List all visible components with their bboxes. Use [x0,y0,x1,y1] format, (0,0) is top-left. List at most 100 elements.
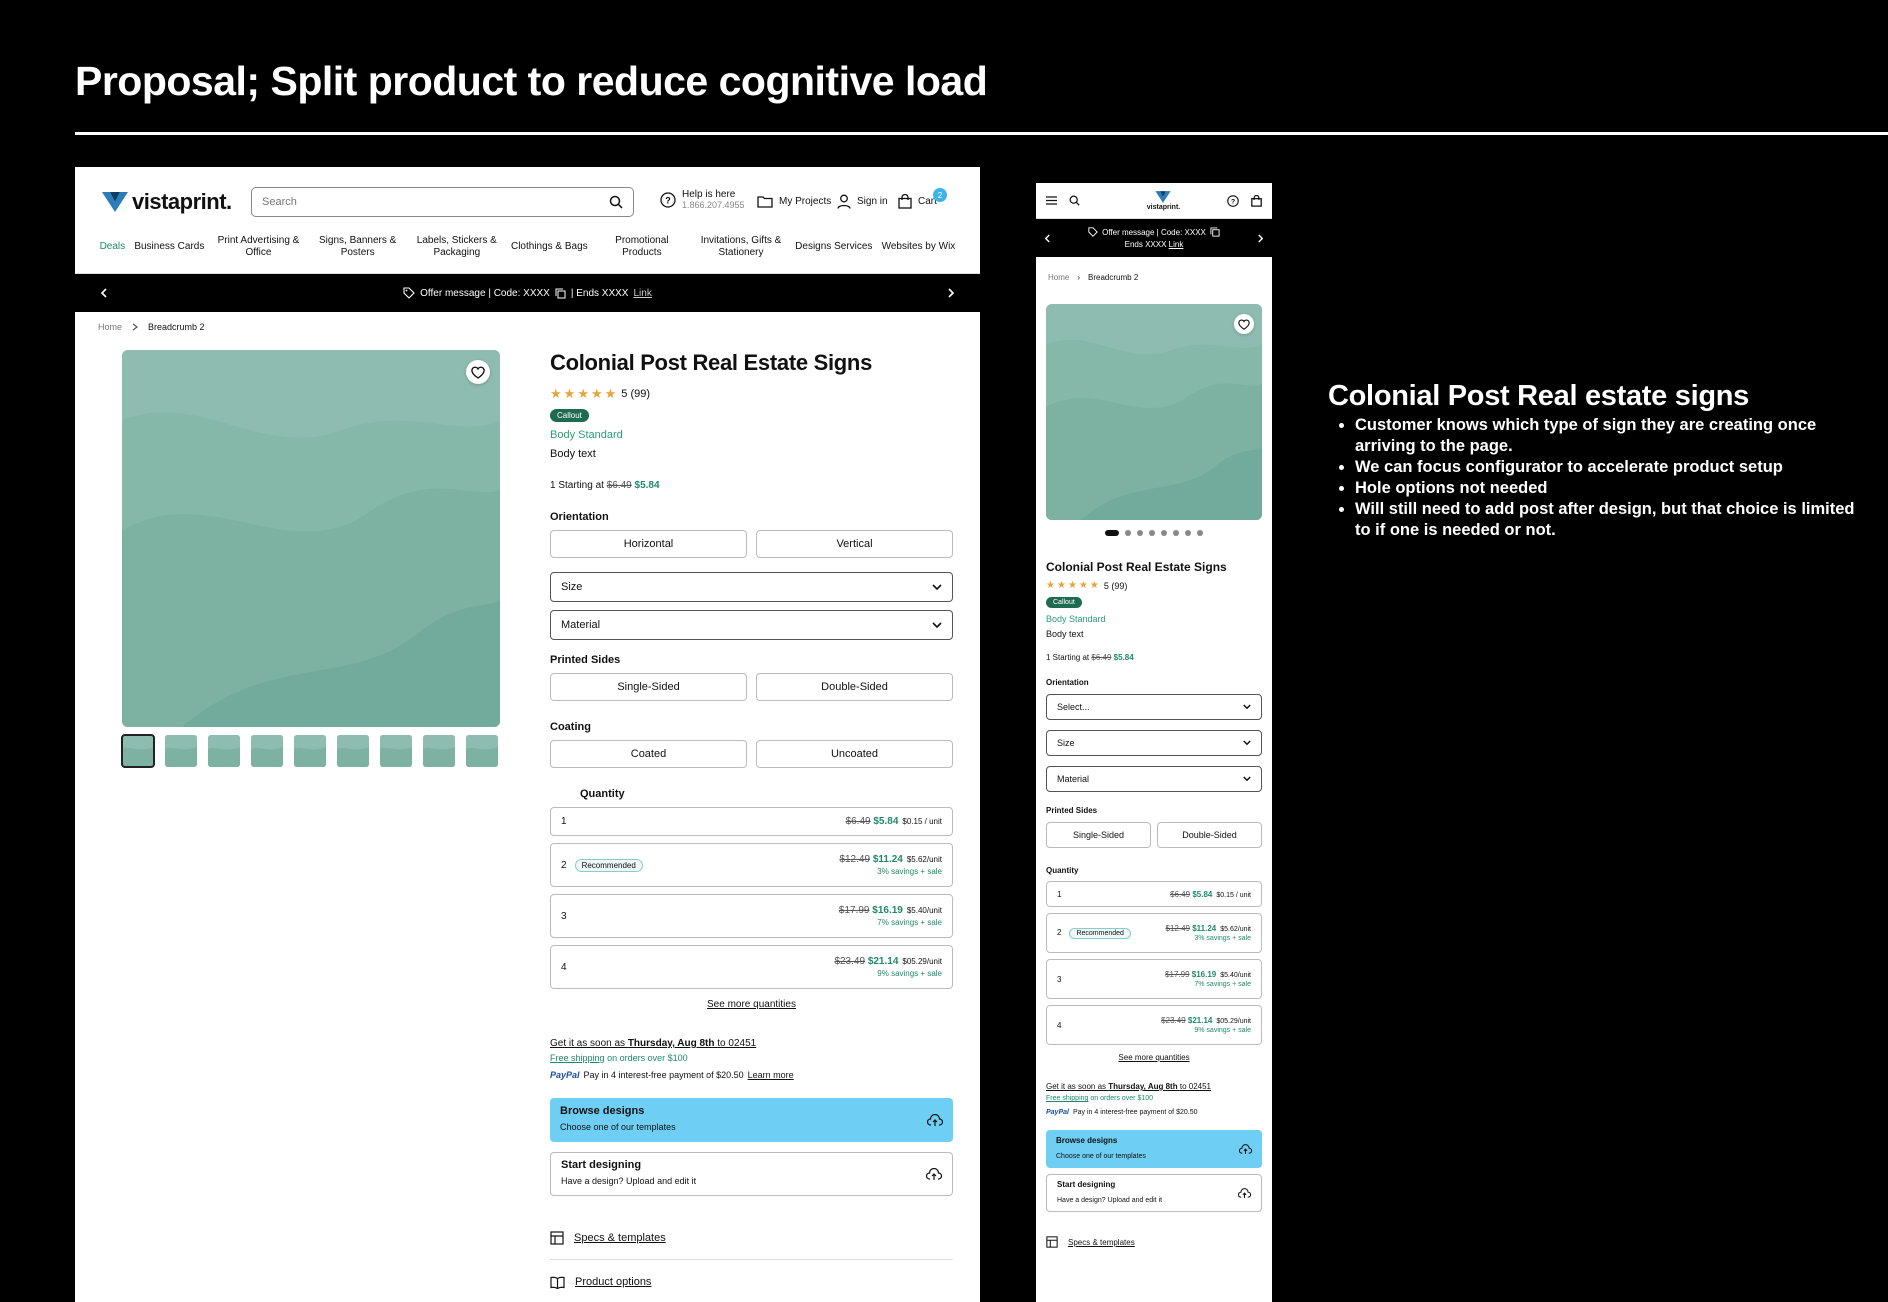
carousel-dot[interactable] [1173,530,1179,536]
thumbnail[interactable] [380,735,412,767]
free-shipping-link[interactable]: Free shipping [550,1053,605,1063]
see-more-quantities-link[interactable]: See more quantities [1046,1053,1262,1062]
thumbnail[interactable] [337,735,369,767]
quantity-option[interactable]: 3 $17.99 $16.19 $5.40/unit 7% savings + sal… [1046,959,1262,999]
orientation-dropdown[interactable]: Select... [1046,694,1262,720]
specs-templates-link[interactable]: Specs & templates [550,1216,953,1260]
double-sided-button[interactable]: Double-Sided [1157,822,1262,848]
quantity-option[interactable]: 1 $6.49 $5.84 $0.15 / unit [1046,881,1262,907]
carousel-dot[interactable] [1185,530,1191,536]
quantity-option[interactable]: 3 $17.99 $16.19 $5.40/unit 7% savings + sal… [550,894,953,938]
breadcrumb-home[interactable]: Home [98,322,122,332]
start-designing-button[interactable]: Start designing Have a design? Upload and… [1046,1174,1262,1212]
shopping-bag-icon[interactable] [1251,194,1262,207]
chevron-left-icon[interactable] [1044,234,1051,243]
nav-item[interactable]: Designs Services [795,241,872,253]
orientation-label: Orientation [1046,678,1089,687]
favorite-heart-icon[interactable] [1234,314,1254,334]
carousel-dot-active[interactable] [1105,530,1119,536]
free-shipping-link[interactable]: Free shipping [1046,1095,1088,1102]
orientation-horizontal-button[interactable]: Horizontal [550,530,747,558]
mobile-product-image[interactable] [1046,304,1262,520]
favorite-heart-icon[interactable] [466,360,490,384]
start-designing-button[interactable]: Start designing Have a design? Upload and… [550,1152,953,1196]
my-projects-link[interactable]: My Projects [757,195,831,208]
help-icon[interactable]: ? [1227,194,1239,207]
thumbnail[interactable] [466,735,498,767]
thumbnail[interactable] [165,735,197,767]
uncoated-button[interactable]: Uncoated [756,740,953,768]
cart-link[interactable]: Cart 2 [898,188,947,209]
nav-item[interactable]: Clothings & Bags [511,241,588,253]
menu-icon[interactable] [1046,196,1057,205]
learn-more-link[interactable]: Learn more [748,1070,794,1080]
single-sided-button[interactable]: Single-Sided [550,673,747,701]
copy-icon[interactable] [1210,227,1220,237]
single-sided-button[interactable]: Single-Sided [1046,822,1151,848]
delivery-estimate[interactable]: Get it as soon as Thursday, Aug 8th to 0… [1046,1082,1262,1091]
chevron-right-icon[interactable] [1257,234,1264,243]
mobile-offer-link[interactable]: Link [1169,240,1184,249]
thumbnail[interactable] [294,735,326,767]
upload-cloud-icon [1239,1143,1252,1154]
delivery-estimate[interactable]: Get it as soon as Thursday, Aug 8th to 0… [550,1038,953,1049]
sign-in-link[interactable]: Sign in [837,194,888,209]
nav-item[interactable]: Labels, Stickers & Packaging [412,235,502,259]
search-input[interactable]: Search [251,187,634,217]
printed-sides-options: Single-Sided Double-Sided [550,673,953,701]
old-price: $6.49 [1091,653,1112,662]
search-icon[interactable] [1069,195,1080,206]
chevron-left-icon[interactable] [100,288,108,298]
quantity-option[interactable]: 4 $23.49 $21.14 $05.29/unit 9% savings + sa… [550,945,953,989]
chevron-right-icon[interactable] [947,288,955,298]
product-options-link[interactable]: Product options [550,1260,953,1302]
product-image[interactable] [122,350,500,727]
material-dropdown[interactable]: Material [1046,766,1262,792]
quantity-value: 4 [1057,1020,1062,1030]
carousel-dot[interactable] [1197,530,1203,536]
carousel-dot[interactable] [1125,530,1131,536]
coated-button[interactable]: Coated [550,740,747,768]
nav-item[interactable]: Invitations, Gifts & Stationery [696,235,786,259]
thumbnail[interactable] [208,735,240,767]
specs-templates-link[interactable]: Specs & templates [1046,1224,1262,1260]
material-dropdown[interactable]: Material [550,610,953,640]
nav-item[interactable]: Print Advertising & Office [214,235,304,259]
unit-price: $05.29/unit [1216,1018,1251,1025]
quantity-option[interactable]: 4 $23.49 $21.14 $05.29/unit 9% savings + sa… [1046,1005,1262,1045]
copy-icon[interactable] [555,288,566,299]
carousel-dot[interactable] [1161,530,1167,536]
old-price: $6.49 [606,480,632,491]
help-link[interactable]: ? Help is here 1.866.207.4955 [660,189,745,210]
carousel-dot[interactable] [1149,530,1155,536]
quantity-option[interactable]: 1 $6.49 $5.84 $0.15 / unit [550,807,953,836]
size-dropdown[interactable]: Size [550,572,953,602]
thumbnail[interactable] [423,735,455,767]
rating[interactable]: ★ ★ ★ ★ ★ 5 (99) [1046,580,1262,591]
quantity-option[interactable]: 2 Recommended $12.49 $11.24 $5.62/unit 3% sa… [1046,913,1262,953]
carousel-dot[interactable] [1137,530,1143,536]
size-dropdown[interactable]: Size [1046,730,1262,756]
nav-item[interactable]: Business Cards [134,241,204,253]
breadcrumb-home[interactable]: Home [1048,273,1069,282]
mobile-logo[interactable]: vistaprint. [1147,190,1180,211]
browse-designs-button[interactable]: Browse designs Choose one of our template… [550,1098,953,1142]
nav-item[interactable]: Signs, Banners & Posters [313,235,403,259]
nav-item[interactable]: Promotional Products [597,235,687,259]
vistaprint-logo[interactable]: vistaprint. [102,189,232,215]
see-more-quantities-link[interactable]: See more quantities [550,999,953,1010]
browse-designs-button[interactable]: Browse designs Choose one of our template… [1046,1130,1262,1168]
offer-link[interactable]: Link [633,288,651,299]
rating[interactable]: ★ ★ ★ ★ ★ 5 (99) [550,386,953,402]
logo-mark-icon [1155,191,1172,203]
nav-item[interactable]: Deals [100,241,126,253]
thumbnail[interactable] [251,735,283,767]
double-sided-button[interactable]: Double-Sided [756,673,953,701]
thumbnail[interactable] [121,734,155,768]
quantity-option[interactable]: 2 Recommended $12.49 $11.24 $5.62/unit 3% sa… [550,843,953,887]
nav-item[interactable]: Websites by Wix [882,241,956,253]
orientation-vertical-button[interactable]: Vertical [756,530,953,558]
search-icon[interactable] [609,195,623,209]
unit-price: $5.62/unit [1220,926,1251,933]
offer-banner: Offer message | Code: XXXX | Ends XXXX L… [75,274,980,312]
